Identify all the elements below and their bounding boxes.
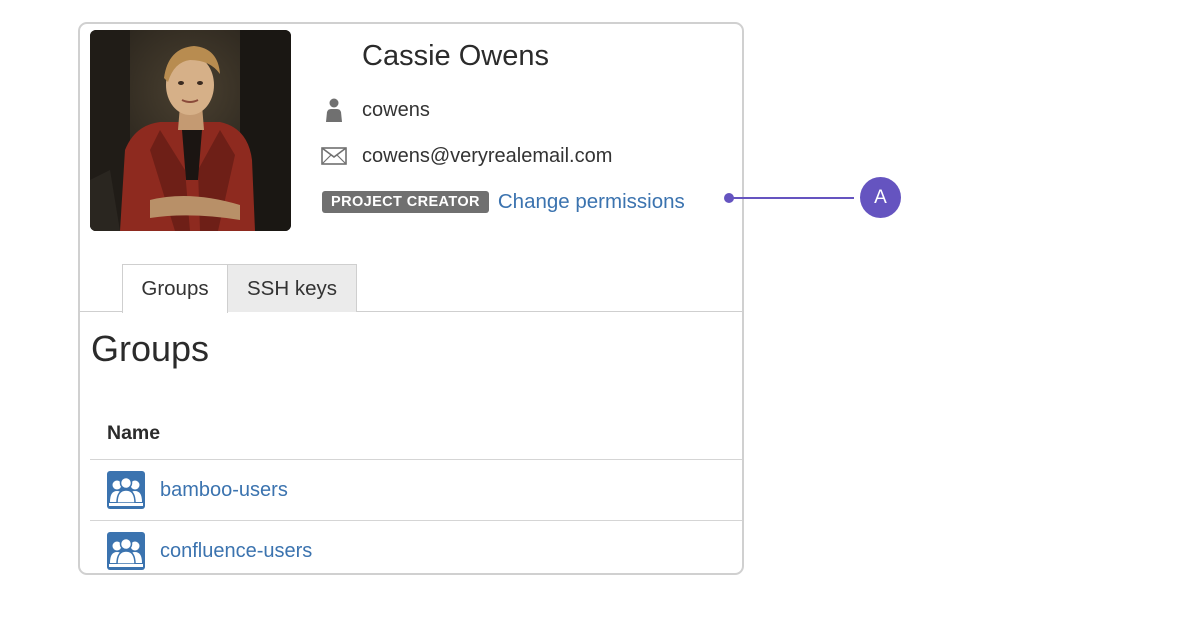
tab-ssh-keys[interactable]: SSH keys [227, 264, 357, 312]
callout-anchor-dot [724, 193, 734, 203]
screenshot-stage: Cassie Owens cowens cowens@veryrealemail… [0, 0, 1200, 634]
role-badge: PROJECT CREATOR [322, 191, 489, 213]
group-icon [107, 532, 145, 570]
person-icon [321, 98, 347, 122]
username-row: cowens [321, 98, 430, 122]
envelope-icon [321, 144, 347, 168]
table-row: confluence-users [107, 532, 312, 570]
permissions-row: PROJECT CREATOR Change permissions [322, 190, 685, 214]
email-row: cowens@veryrealemail.com [321, 144, 612, 168]
email-text: cowens@veryrealemail.com [362, 144, 613, 167]
table-divider [90, 459, 742, 460]
table-divider [90, 520, 742, 521]
change-permissions-link[interactable]: Change permissions [498, 190, 685, 214]
table-row: bamboo-users [107, 471, 288, 509]
user-profile-card: Cassie Owens cowens cowens@veryrealemail… [78, 22, 744, 575]
callout-connector [728, 197, 854, 199]
user-full-name: Cassie Owens [362, 40, 549, 72]
group-icon [107, 471, 145, 509]
groups-section-title: Groups [91, 328, 210, 369]
username-text: cowens [362, 98, 430, 121]
group-link[interactable]: bamboo-users [160, 479, 288, 502]
tab-groups[interactable]: Groups [122, 264, 228, 313]
callout-marker: A [860, 177, 901, 218]
user-avatar [90, 30, 291, 231]
name-column-header: Name [107, 422, 161, 444]
group-link[interactable]: confluence-users [160, 540, 312, 563]
